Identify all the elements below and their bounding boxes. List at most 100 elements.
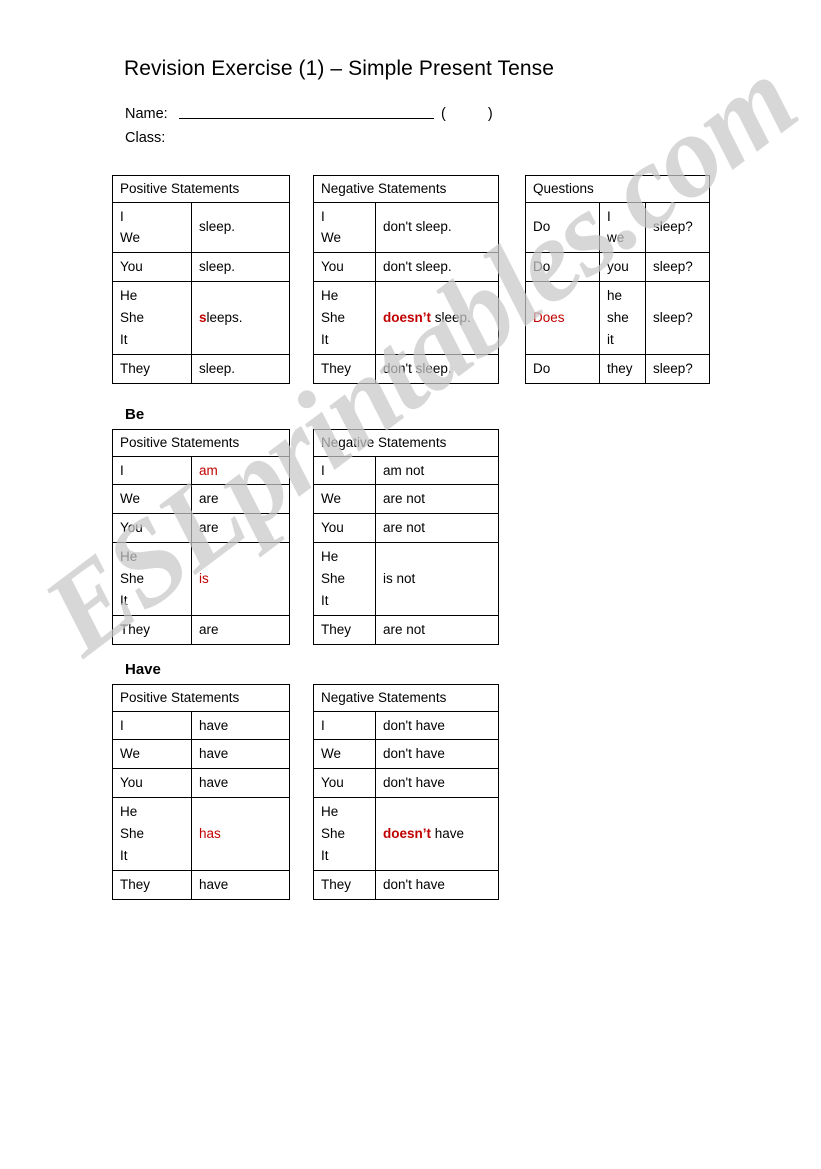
verb-cell: don't have [375,739,499,770]
verb-cell: are not [375,614,499,645]
table-row: You are not [313,513,499,544]
verb-cell: have [191,710,290,741]
aux-cell: Do [525,201,600,254]
table-title: Positive Statements [112,175,290,203]
page-title: Revision Exercise (1) – Simple Present T… [124,57,555,80]
subject-cell: you [599,252,646,283]
subject-cell: He She It [313,797,376,871]
subject: You [120,259,143,275]
table-header-row: Positive Statements [112,175,290,203]
paren-close: ) [487,106,493,122]
subject-cell: they [599,353,646,384]
subject: It [120,847,128,863]
subject: you [607,259,629,275]
subject: They [321,621,352,637]
verb-cell: don't have [375,869,499,900]
verb-cell: don't sleep. [375,201,499,254]
verb-cell: doesn’t sleep. [375,281,499,355]
subject-cell: I We [313,201,376,254]
subject: I [120,208,124,224]
subject-cell: We [112,484,192,515]
table-title: Negative Statements [313,429,499,457]
subject: You [321,259,344,275]
subject-cell: They [313,614,376,645]
subject: I [321,462,325,478]
subject: He [120,804,138,820]
subject: You [120,520,143,536]
subject-cell: They [313,353,376,384]
subject: It [120,592,128,608]
subject: we [607,230,625,246]
subject-cell: We [313,484,376,515]
verb-cell: are [191,614,290,645]
verb-cell: sleep. [191,353,290,384]
verb-cell: don't have [375,710,499,741]
verb-cell: sleep? [645,252,710,283]
subject-cell: We [313,739,376,770]
verb-cell: have [191,768,290,799]
subject-cell: He She It [112,281,192,355]
subject: I [120,717,124,733]
subject-cell: You [313,513,376,544]
table-row: We are not [313,484,499,515]
table-row: We are [112,484,290,515]
subject-cell: He She It [313,281,376,355]
subject: He [120,288,138,304]
subject: He [321,288,339,304]
table-row: They are [112,614,290,645]
subject: I [321,208,325,224]
verb-cell: is not [375,542,499,616]
verb-cell: am [191,455,290,486]
table-row: He She It doesn’t sleep. [313,281,499,355]
subject: They [120,876,151,892]
table-row: They don't have [313,869,499,900]
subject-cell: You [112,768,192,799]
verb-cell: sleep? [645,281,710,355]
table-row: I We don't sleep. [313,201,499,254]
table-header-row: Negative Statements [313,684,499,712]
subject: they [607,360,633,376]
verb-cell: sleeps. [191,281,290,355]
subject: He [321,804,339,820]
subject: We [120,491,141,507]
table-row: I am [112,455,290,486]
table-row: We don't have [313,739,499,770]
table-header-row: Negative Statements [313,429,499,457]
table-do-negative: Negative Statements I We don't sleep. Yo… [313,175,499,384]
table-have-positive: Positive Statements I have We have You h… [112,684,290,900]
table-row: Do I we sleep? [525,201,710,254]
verb-cell: am not [375,455,499,486]
table-row: You have [112,768,290,799]
name-row: Name: () [125,105,493,122]
name-input-blank[interactable] [179,105,434,119]
verb-cell: doesn’t have [375,797,499,871]
verb-cell: have [191,869,290,900]
subject-cell: You [313,252,376,283]
subject-cell: I We [112,201,192,254]
subject: They [321,360,352,376]
table-row: You sleep. [112,252,290,283]
subject: We [321,230,342,246]
subject: I [607,208,611,224]
subject: They [321,876,352,892]
subject: They [120,621,151,637]
table-row: They are not [313,614,499,645]
subject-cell: He She It [313,542,376,616]
subject-cell: They [112,614,192,645]
table-row: I have [112,710,290,741]
table-row: He She It is not [313,542,499,616]
subject: it [607,331,614,347]
table-header-row: Positive Statements [112,684,290,712]
table-row: I don't have [313,710,499,741]
table-row: He She It is [112,542,290,616]
table-row: Does he she it sleep? [525,281,710,355]
table-row: Do you sleep? [525,252,710,283]
table-row: I am not [313,455,499,486]
subject: He [321,549,339,565]
table-do-positive: Positive Statements I We sleep. You slee… [112,175,290,384]
subject-cell: We [112,739,192,770]
table-row: He She It doesn’t have [313,797,499,871]
verb-cell: are not [375,484,499,515]
subject: You [321,775,344,791]
table-row: They sleep. [112,353,290,384]
